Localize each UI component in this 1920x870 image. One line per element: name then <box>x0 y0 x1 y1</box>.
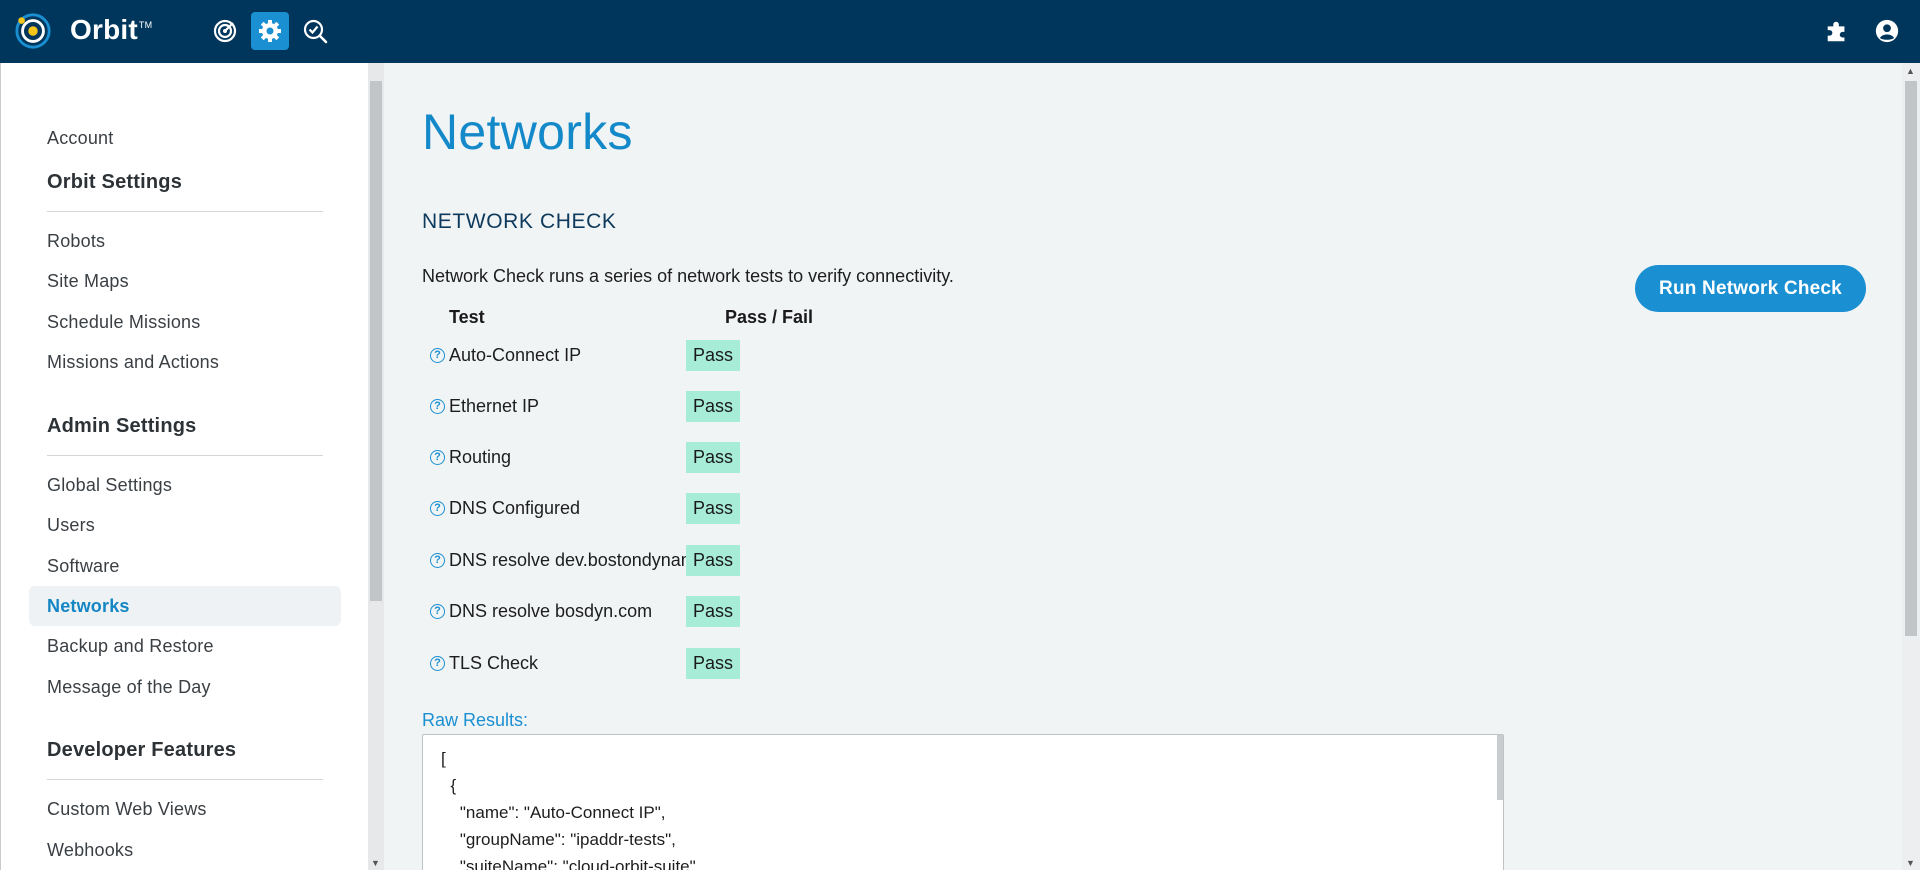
help-icon[interactable]: ? <box>430 501 445 516</box>
sidebar-item-networks[interactable]: Networks <box>29 586 341 626</box>
sidebar-item-users[interactable]: Users <box>29 505 341 545</box>
sidebar-item-missions-and-actions[interactable]: Missions and Actions <box>29 342 341 382</box>
test-name: DNS resolve bosdyn.com <box>449 601 653 621</box>
column-header-test: Test <box>449 307 485 327</box>
status-badge: Pass <box>686 545 740 576</box>
sidebar-item-global-settings[interactable]: Global Settings <box>29 465 341 505</box>
test-name: DNS resolve dev.bostondynamics <box>449 550 718 570</box>
status-badge: Pass <box>686 493 740 524</box>
column-header-pass-fail: Pass / Fail <box>725 307 814 327</box>
sidebar-item-site-maps[interactable]: Site Maps <box>29 261 341 301</box>
sidebar: Account Orbit Settings Robots Site Maps … <box>0 63 368 870</box>
status-badge: Pass <box>686 442 740 473</box>
scroll-down-arrow-icon[interactable]: ▼ <box>371 858 380 868</box>
brand-name[interactable]: OrbitTM <box>70 14 152 46</box>
status-badge: Pass <box>686 596 740 627</box>
test-name: Auto-Connect IP <box>449 345 582 365</box>
help-icon[interactable]: ? <box>430 604 445 619</box>
sidebar-item-custom-web-views[interactable]: Custom Web Views <box>29 789 341 829</box>
main-content: Networks NETWORK CHECK Network Check run… <box>384 63 1902 870</box>
test-name: Ethernet IP <box>449 396 540 416</box>
help-icon[interactable]: ? <box>430 399 445 414</box>
orbit-settings-header: Orbit Settings <box>47 171 183 193</box>
help-icon[interactable]: ? <box>430 450 445 465</box>
sidebar-scrollbar[interactable]: ▼ <box>368 63 384 870</box>
table-row: ? DNS resolve bosdyn.com Pass <box>430 596 830 628</box>
sidebar-divider <box>47 779 323 780</box>
gear-icon[interactable] <box>251 12 289 50</box>
test-name: TLS Check <box>449 653 539 673</box>
sidebar-item-message-of-the-day[interactable]: Message of the Day <box>29 667 341 707</box>
sidebar-item-robots[interactable]: Robots <box>29 221 341 261</box>
status-badge: Pass <box>686 648 740 679</box>
user-icon[interactable] <box>1872 16 1902 46</box>
sidebar-item-schedule-missions[interactable]: Schedule Missions <box>29 302 341 342</box>
sidebar-item-software[interactable]: Software <box>29 546 341 586</box>
search-check-icon[interactable] <box>296 12 334 50</box>
sidebar-item-webhooks[interactable]: Webhooks <box>29 830 341 870</box>
table-row: ? Auto-Connect IP Pass <box>430 340 830 372</box>
table-row: ? DNS resolve dev.bostondynamics Pass <box>430 545 830 577</box>
raw-results-label: Raw Results: <box>422 710 529 730</box>
table-row: ? DNS Configured Pass <box>430 493 830 525</box>
run-network-check-button[interactable]: Run Network Check <box>1635 265 1866 312</box>
scroll-up-arrow-icon[interactable]: ▲ <box>1906 66 1915 76</box>
raw-results-scrollbar[interactable] <box>1497 735 1503 800</box>
puzzle-icon[interactable] <box>1822 16 1852 46</box>
help-icon[interactable]: ? <box>430 348 445 363</box>
main-scrollbar-thumb[interactable] <box>1905 81 1917 636</box>
status-badge: Pass <box>686 391 740 422</box>
developer-features-header: Developer Features <box>47 739 237 761</box>
raw-results-textarea[interactable]: [ { "name": "Auto-Connect IP", "groupNam… <box>422 734 1504 870</box>
page-title: Networks <box>422 104 633 160</box>
raw-results-text: [ { "name": "Auto-Connect IP", "groupNam… <box>441 749 701 870</box>
help-icon[interactable]: ? <box>430 656 445 671</box>
table-row: ? Ethernet IP Pass <box>430 391 830 423</box>
sidebar-scrollbar-thumb[interactable] <box>370 81 382 601</box>
test-name: DNS Configured <box>449 498 581 518</box>
status-badge: Pass <box>686 340 740 371</box>
target-icon[interactable] <box>206 12 244 50</box>
sidebar-item-account[interactable]: Account <box>29 118 341 158</box>
top-bar: OrbitTM <box>0 0 1920 63</box>
test-name: Routing <box>449 447 512 467</box>
sidebar-item-backup-and-restore[interactable]: Backup and Restore <box>29 626 341 666</box>
sidebar-divider <box>47 455 323 456</box>
orbit-logo-icon[interactable] <box>14 12 52 50</box>
section-title: NETWORK CHECK <box>422 210 617 233</box>
section-description: Network Check runs a series of network t… <box>422 266 954 286</box>
sidebar-divider <box>47 211 323 212</box>
main-scrollbar[interactable]: ▲ ▼ <box>1902 63 1920 870</box>
scroll-down-arrow-icon[interactable]: ▼ <box>1906 858 1915 868</box>
table-row: ? Routing Pass <box>430 442 830 474</box>
help-icon[interactable]: ? <box>430 553 445 568</box>
admin-settings-header: Admin Settings <box>47 415 197 437</box>
table-row: ? TLS Check Pass <box>430 648 830 680</box>
